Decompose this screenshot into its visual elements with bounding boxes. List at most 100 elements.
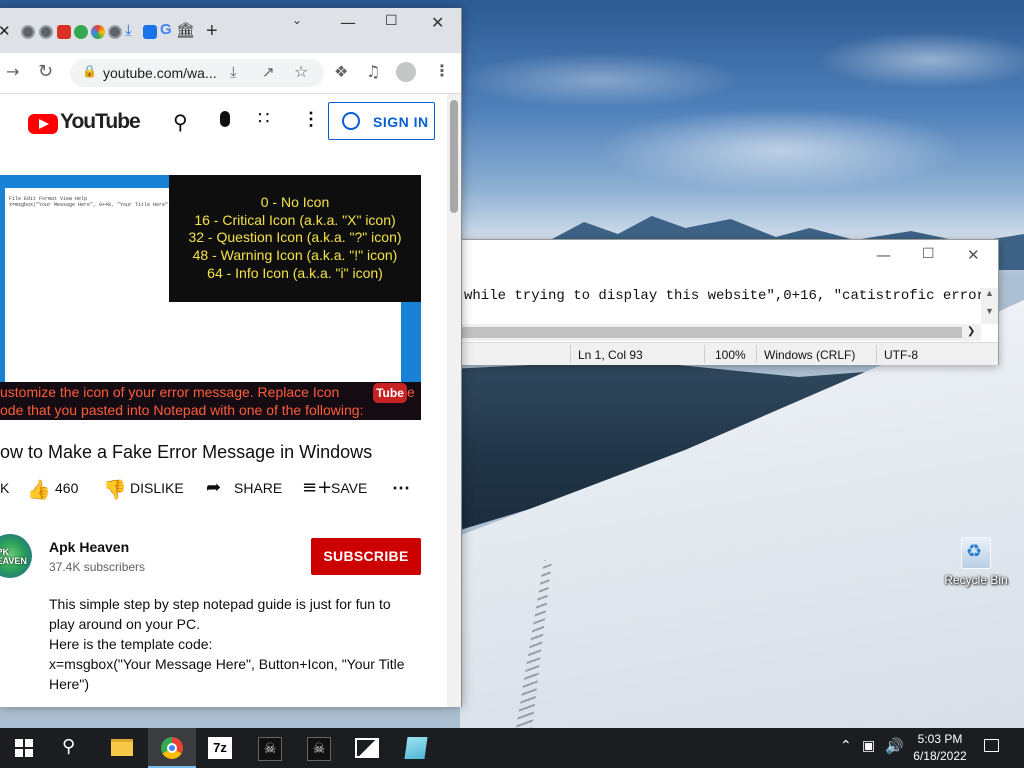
volume-icon[interactable]: 🔊 (885, 737, 904, 755)
search-icon[interactable]: ⚲ (173, 110, 188, 134)
chrome-menu-icon[interactable]: ⋮ (434, 61, 450, 80)
status-separator (876, 345, 877, 363)
like-count[interactable]: 460 (55, 480, 78, 496)
download-tab-icon[interactable]: ⤓ (125, 21, 132, 39)
profile-avatar-icon[interactable] (396, 62, 416, 82)
taskbar-clock[interactable]: 5:03 PM 6/18/2022 (904, 731, 976, 765)
windows-start-icon[interactable] (15, 739, 33, 757)
lock-icon[interactable]: 🔒 (82, 64, 97, 78)
app-taskbar-button[interactable]: ☠ (245, 728, 293, 768)
notepad-window[interactable]: — ☐ ✕ while trying to display this websi… (461, 239, 999, 365)
folder-icon (111, 739, 133, 756)
share-arrow-icon[interactable]: ➦ (206, 477, 221, 498)
more-actions-icon[interactable]: ⋯ (392, 478, 410, 499)
skull-app-icon: ☠ (307, 737, 331, 761)
share-button[interactable]: SHARE (234, 480, 282, 496)
close-button[interactable]: ✕ (967, 246, 980, 264)
chrome-window[interactable]: ✕ ⤓ G 🏛 + ⌄ — ☐ ✕ → ↻ 🔒 youtube.com/wa..… (0, 8, 462, 707)
tab-search-chevron-icon[interactable]: ⌄ (292, 13, 302, 27)
horizontal-scroll-thumb[interactable] (462, 327, 962, 338)
chrome-taskbar-button[interactable] (148, 728, 196, 768)
media-control-icon[interactable]: ♫ (366, 62, 380, 81)
close-button[interactable]: ✕ (431, 13, 444, 32)
scroll-up-arrow-icon[interactable]: ▲ (985, 288, 994, 298)
address-bar[interactable]: 🔒 youtube.com/wa... ⤓ ↗ ☆ (70, 59, 324, 87)
minimize-button[interactable]: — (876, 246, 891, 264)
rainbow-tab-icon[interactable] (91, 25, 105, 39)
page-scrollbar[interactable] (447, 94, 461, 707)
app-taskbar-button[interactable]: ☠ (294, 728, 342, 768)
status-position: Ln 1, Col 93 (578, 348, 643, 362)
youtube-wordmark[interactable]: YouTube (60, 110, 141, 134)
subscriber-count: 37.4K subscribers (49, 560, 146, 574)
chrome-tab-icon[interactable] (21, 25, 35, 39)
youtube-logo-icon[interactable] (28, 114, 58, 134)
bank-tab-icon[interactable]: 🏛 (176, 21, 195, 39)
notepad-titlebar[interactable]: — ☐ ✕ (462, 240, 998, 270)
subscribe-button[interactable]: SUBSCRIBE (311, 538, 421, 575)
save-button[interactable]: SAVE (331, 480, 367, 496)
url-text[interactable]: youtube.com/wa... (103, 65, 217, 81)
page-scroll-thumb[interactable] (450, 100, 458, 213)
bookmark-star-icon[interactable]: ☆ (294, 62, 308, 81)
description-line: Here is the template code: (49, 636, 213, 652)
dislike-thumb-icon[interactable]: 👎 (103, 478, 127, 501)
new-tab-button[interactable]: + (206, 20, 218, 43)
notepad-text-area[interactable]: while trying to display this website",0+… (462, 288, 984, 312)
like-thumb-icon[interactable]: 👍 (27, 478, 51, 501)
scroll-down-arrow-icon[interactable]: ▼ (985, 306, 994, 316)
7zip-taskbar-button[interactable]: 7z (196, 728, 244, 768)
video-actions-bar: K 👍 460 👎 DISLIKE ➦ SHARE ≡+ SAVE ⋯ (0, 477, 440, 502)
blue-app-tab-icon[interactable] (143, 25, 157, 39)
channel-name[interactable]: Apk Heaven (49, 539, 129, 555)
notepad-status-bar: Ln 1, Col 93 100% Windows (CRLF) UTF-8 (462, 342, 998, 365)
microphone-icon[interactable] (220, 111, 230, 127)
chrome-tab-icon[interactable] (108, 25, 122, 39)
close-tab-icon[interactable]: ✕ (0, 22, 11, 40)
dislike-button[interactable]: DISLIKE (130, 480, 184, 496)
photos-taskbar-button[interactable] (343, 728, 391, 768)
green-app-tab-icon[interactable] (74, 25, 88, 39)
chrome-tab-icon[interactable] (39, 25, 53, 39)
overlay-line: 32 - Question Icon (a.k.a. "?" icon) (188, 229, 402, 246)
settings-more-icon[interactable]: ⋮ (302, 109, 320, 130)
video-description: This simple step by step notepad guide i… (49, 594, 419, 694)
maximize-button[interactable]: ☐ (385, 13, 398, 29)
minimize-button[interactable]: — (340, 13, 356, 32)
install-app-icon[interactable]: ⤓ (230, 63, 237, 81)
recycle-bin-icon (961, 537, 991, 569)
red-app-tab-icon[interactable] (57, 25, 71, 39)
reload-icon[interactable]: ↻ (38, 61, 53, 82)
tab-strip[interactable]: ✕ ⤓ G 🏛 + ⌄ — ☐ ✕ (0, 8, 461, 53)
add-to-playlist-icon[interactable]: ≡+ (302, 477, 332, 498)
notepad-horizontal-scrollbar[interactable]: ❯ (462, 324, 981, 341)
sign-in-label: SIGN IN (373, 114, 429, 130)
video-notepad-code: x=msgbox("Your Message Here", 0+48, "You… (9, 202, 172, 208)
description-line: This simple step by step notepad guide i… (49, 596, 391, 612)
file-explorer-taskbar-button[interactable] (98, 728, 146, 768)
clock-time: 5:03 PM (917, 732, 963, 746)
notifications-icon[interactable] (984, 739, 999, 752)
channel-avatar[interactable]: APK HEAVEN (0, 534, 32, 578)
search-icon[interactable]: ⚲ (62, 736, 75, 757)
overlay-line: 0 - No Icon (260, 194, 330, 210)
maximize-button[interactable]: ☐ (922, 246, 935, 262)
google-tab-icon[interactable]: G (160, 21, 172, 38)
notepad-taskbar-button[interactable] (392, 728, 440, 768)
apps-grid-icon[interactable]: ∷ (258, 108, 269, 129)
avatar-text: APK HEAVEN (0, 547, 27, 566)
overlay-line: 48 - Warning Icon (a.k.a. "!" icon) (192, 247, 398, 264)
sign-in-button[interactable]: SIGN IN (328, 102, 435, 140)
video-player[interactable]: File Edit Format View Help x=msgbox("You… (0, 175, 421, 420)
extensions-puzzle-icon[interactable]: ❖ (334, 62, 348, 81)
show-hidden-icons-chevron-icon[interactable]: ⌃ (840, 738, 852, 754)
recycle-bin-desktop-icon[interactable]: Recycle Bin (943, 537, 1009, 587)
forward-arrow-icon[interactable]: → (6, 62, 19, 81)
network-icon[interactable]: ▣ (862, 738, 875, 754)
caption-line-end: e (407, 384, 415, 400)
notepad-vertical-scrollbar[interactable]: ▲ ▼ (981, 288, 998, 324)
status-separator (570, 345, 571, 363)
video-caption-band: ustomize the icon of your error message.… (0, 382, 421, 420)
share-icon[interactable]: ↗ (262, 63, 275, 81)
scroll-right-arrow-icon[interactable]: ❯ (967, 326, 975, 337)
